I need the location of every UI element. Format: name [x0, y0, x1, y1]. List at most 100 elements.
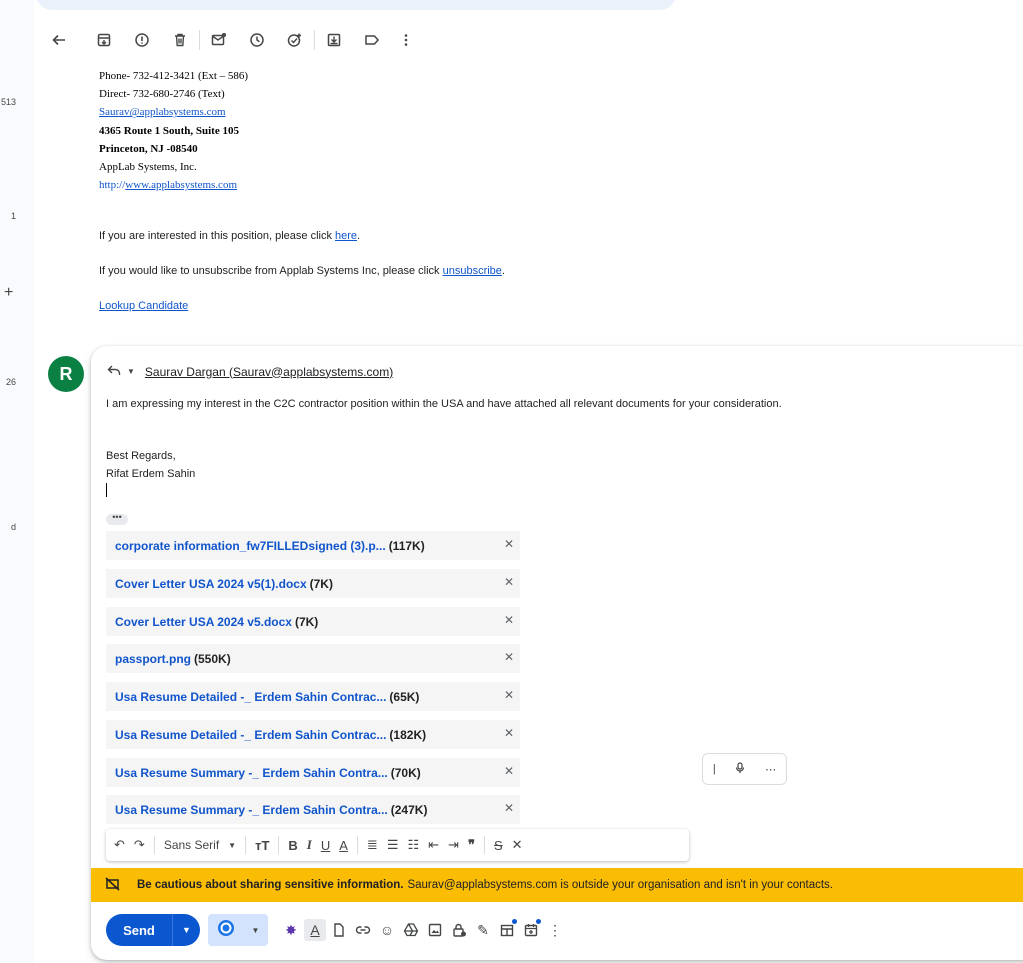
quote-icon[interactable]: ❞: [468, 837, 475, 853]
microphone-icon[interactable]: [735, 761, 745, 777]
format-divider: [153, 836, 155, 854]
signature-company: AppLab Systems, Inc.: [99, 161, 197, 174]
attachment-size: (117K): [388, 538, 425, 553]
text-color-icon[interactable]: A: [339, 838, 348, 853]
attachment-chip[interactable]: Usa Resume Detailed -_ Erdem Sahin Contr…: [106, 720, 520, 749]
font-dropdown-icon[interactable]: ▼: [228, 841, 236, 850]
plus-icon[interactable]: +: [4, 284, 13, 302]
font-size-icon[interactable]: тТ: [255, 838, 269, 853]
bulleted-list-icon[interactable]: ☷: [407, 837, 419, 853]
italic-icon[interactable]: I: [307, 837, 312, 853]
signature-address-line2: Princeton, NJ -08540: [99, 142, 198, 155]
toolbar-divider: [314, 30, 315, 50]
avatar[interactable]: R: [48, 356, 84, 392]
text-cursor: [106, 483, 107, 497]
send-label: Send: [123, 922, 155, 938]
indent-more-icon[interactable]: ⇥: [448, 837, 459, 853]
reply-icon[interactable]: [107, 364, 121, 379]
more-options-icon[interactable]: ⋮: [544, 919, 566, 941]
interest-end: .: [357, 230, 361, 242]
attachment-chip[interactable]: Usa Resume Detailed -_ Erdem Sahin Contr…: [106, 682, 520, 711]
numbered-list-icon[interactable]: ☰: [387, 837, 399, 853]
reply-closing[interactable]: Best Regards,: [106, 450, 176, 462]
attachment-chip[interactable]: Cover Letter USA 2024 v5.docx (7K) ✕: [106, 607, 520, 636]
format-divider: [356, 836, 358, 854]
undo-icon[interactable]: ↶: [114, 837, 125, 853]
signature-email-link[interactable]: Saurav@applabsystems.com: [99, 103, 248, 121]
strikethrough-icon[interactable]: S: [494, 838, 503, 853]
attachment-size: (70K): [390, 765, 421, 780]
label-icon[interactable]: [363, 31, 381, 49]
remove-formatting-icon[interactable]: ✕: [512, 837, 523, 853]
attachment-name: Cover Letter USA 2024 v5.docx: [115, 614, 292, 629]
back-arrow-icon[interactable]: [50, 31, 68, 49]
schedule-event-icon[interactable]: [520, 919, 542, 941]
align-icon[interactable]: ≣: [367, 837, 378, 853]
send-options-icon[interactable]: ▼: [172, 914, 200, 946]
extension-button[interactable]: ▼: [208, 914, 268, 946]
emoji-icon[interactable]: ☺: [376, 919, 398, 941]
format-divider: [278, 836, 280, 854]
send-button[interactable]: Send ▼: [106, 914, 200, 946]
add-to-tasks-icon[interactable]: [286, 31, 304, 49]
remove-attachment-icon[interactable]: ✕: [504, 801, 514, 815]
format-divider: [245, 836, 247, 854]
remove-attachment-icon[interactable]: ✕: [504, 726, 514, 740]
reply-type-dropdown-icon[interactable]: ▼: [127, 367, 135, 376]
extension-dropdown-icon[interactable]: ▼: [252, 926, 260, 935]
show-trimmed-content-button[interactable]: •••: [106, 513, 128, 525]
move-to-icon[interactable]: [325, 31, 343, 49]
remove-attachment-icon[interactable]: ✕: [504, 537, 514, 551]
reply-recipient[interactable]: Saurav Dargan (Saurav@applabsystems.com): [145, 365, 393, 379]
new-feature-dot: [536, 919, 541, 924]
signature-phone: Phone- 732-412-3421 (Ext – 586): [99, 70, 249, 82]
website-link[interactable]: www.applabsystems.com: [125, 179, 237, 191]
redo-icon[interactable]: ↷: [134, 837, 145, 853]
attachment-chip[interactable]: corporate information_fw7FILLEDsigned (3…: [106, 531, 520, 560]
attach-file-icon[interactable]: [328, 919, 350, 941]
insert-photo-icon[interactable]: [424, 919, 446, 941]
lookup-candidate-link[interactable]: Lookup Candidate: [99, 300, 188, 312]
reply-header: ▼ Saurav Dargan (Saurav@applabsystems.co…: [107, 364, 393, 379]
remove-attachment-icon[interactable]: ✕: [504, 650, 514, 664]
archive-icon[interactable]: [95, 31, 113, 49]
signature-pen-icon[interactable]: ✎: [472, 919, 494, 941]
bold-icon[interactable]: B: [288, 838, 297, 853]
font-family-select[interactable]: Sans Serif: [164, 838, 219, 852]
rail-count-4: d: [10, 522, 16, 532]
remove-attachment-icon[interactable]: ✕: [504, 688, 514, 702]
mark-unread-icon[interactable]: [210, 31, 228, 49]
snooze-icon[interactable]: [248, 31, 266, 49]
attachment-chip[interactable]: Usa Resume Summary -_ Erdem Sahin Contra…: [106, 758, 520, 787]
remove-attachment-icon[interactable]: ✕: [504, 613, 514, 627]
attachment-chip[interactable]: Usa Resume Summary -_ Erdem Sahin Contra…: [106, 795, 520, 824]
remove-attachment-icon[interactable]: ✕: [504, 764, 514, 778]
confidential-mode-icon[interactable]: [448, 919, 470, 941]
attachment-size: (7K): [294, 614, 319, 629]
insert-link-icon[interactable]: [352, 919, 374, 941]
indent-less-icon[interactable]: ⇤: [428, 837, 439, 853]
interest-here-link[interactable]: here: [335, 230, 357, 242]
attachment-chip[interactable]: passport.png (550K) ✕: [106, 644, 520, 673]
attachment-size: (247K): [390, 802, 428, 817]
more-horiz-icon[interactable]: ⋯: [765, 763, 776, 776]
message-toolbar: [36, 20, 1023, 60]
remove-attachment-icon[interactable]: ✕: [504, 575, 514, 589]
google-drive-icon[interactable]: [400, 919, 422, 941]
warning-text: Saurav@applabsystems.com is outside your…: [407, 879, 833, 891]
signature-address-line1: 4365 Route 1 South, Suite 105: [99, 124, 239, 137]
delete-icon[interactable]: [171, 31, 189, 49]
format-options-icon[interactable]: A: [304, 919, 326, 941]
attachment-name: Usa Resume Detailed -_ Erdem Sahin Contr…: [115, 689, 387, 704]
text-cursor-icon[interactable]: |: [713, 763, 716, 775]
underline-icon[interactable]: U: [321, 838, 330, 853]
more-vert-icon[interactable]: [397, 31, 415, 49]
reply-name[interactable]: Rifat Erdem Sahin: [106, 468, 195, 480]
unsubscribe-link[interactable]: unsubscribe: [443, 265, 502, 277]
ai-assist-icon[interactable]: ✸: [280, 919, 302, 941]
lookup-line: Lookup Candidate: [99, 300, 188, 312]
report-spam-icon[interactable]: [133, 31, 151, 49]
reply-body[interactable]: I am expressing my interest in the C2C c…: [106, 398, 782, 410]
attachment-chip[interactable]: Cover Letter USA 2024 v5(1).docx (7K) ✕: [106, 569, 520, 598]
layouts-icon[interactable]: [496, 919, 518, 941]
